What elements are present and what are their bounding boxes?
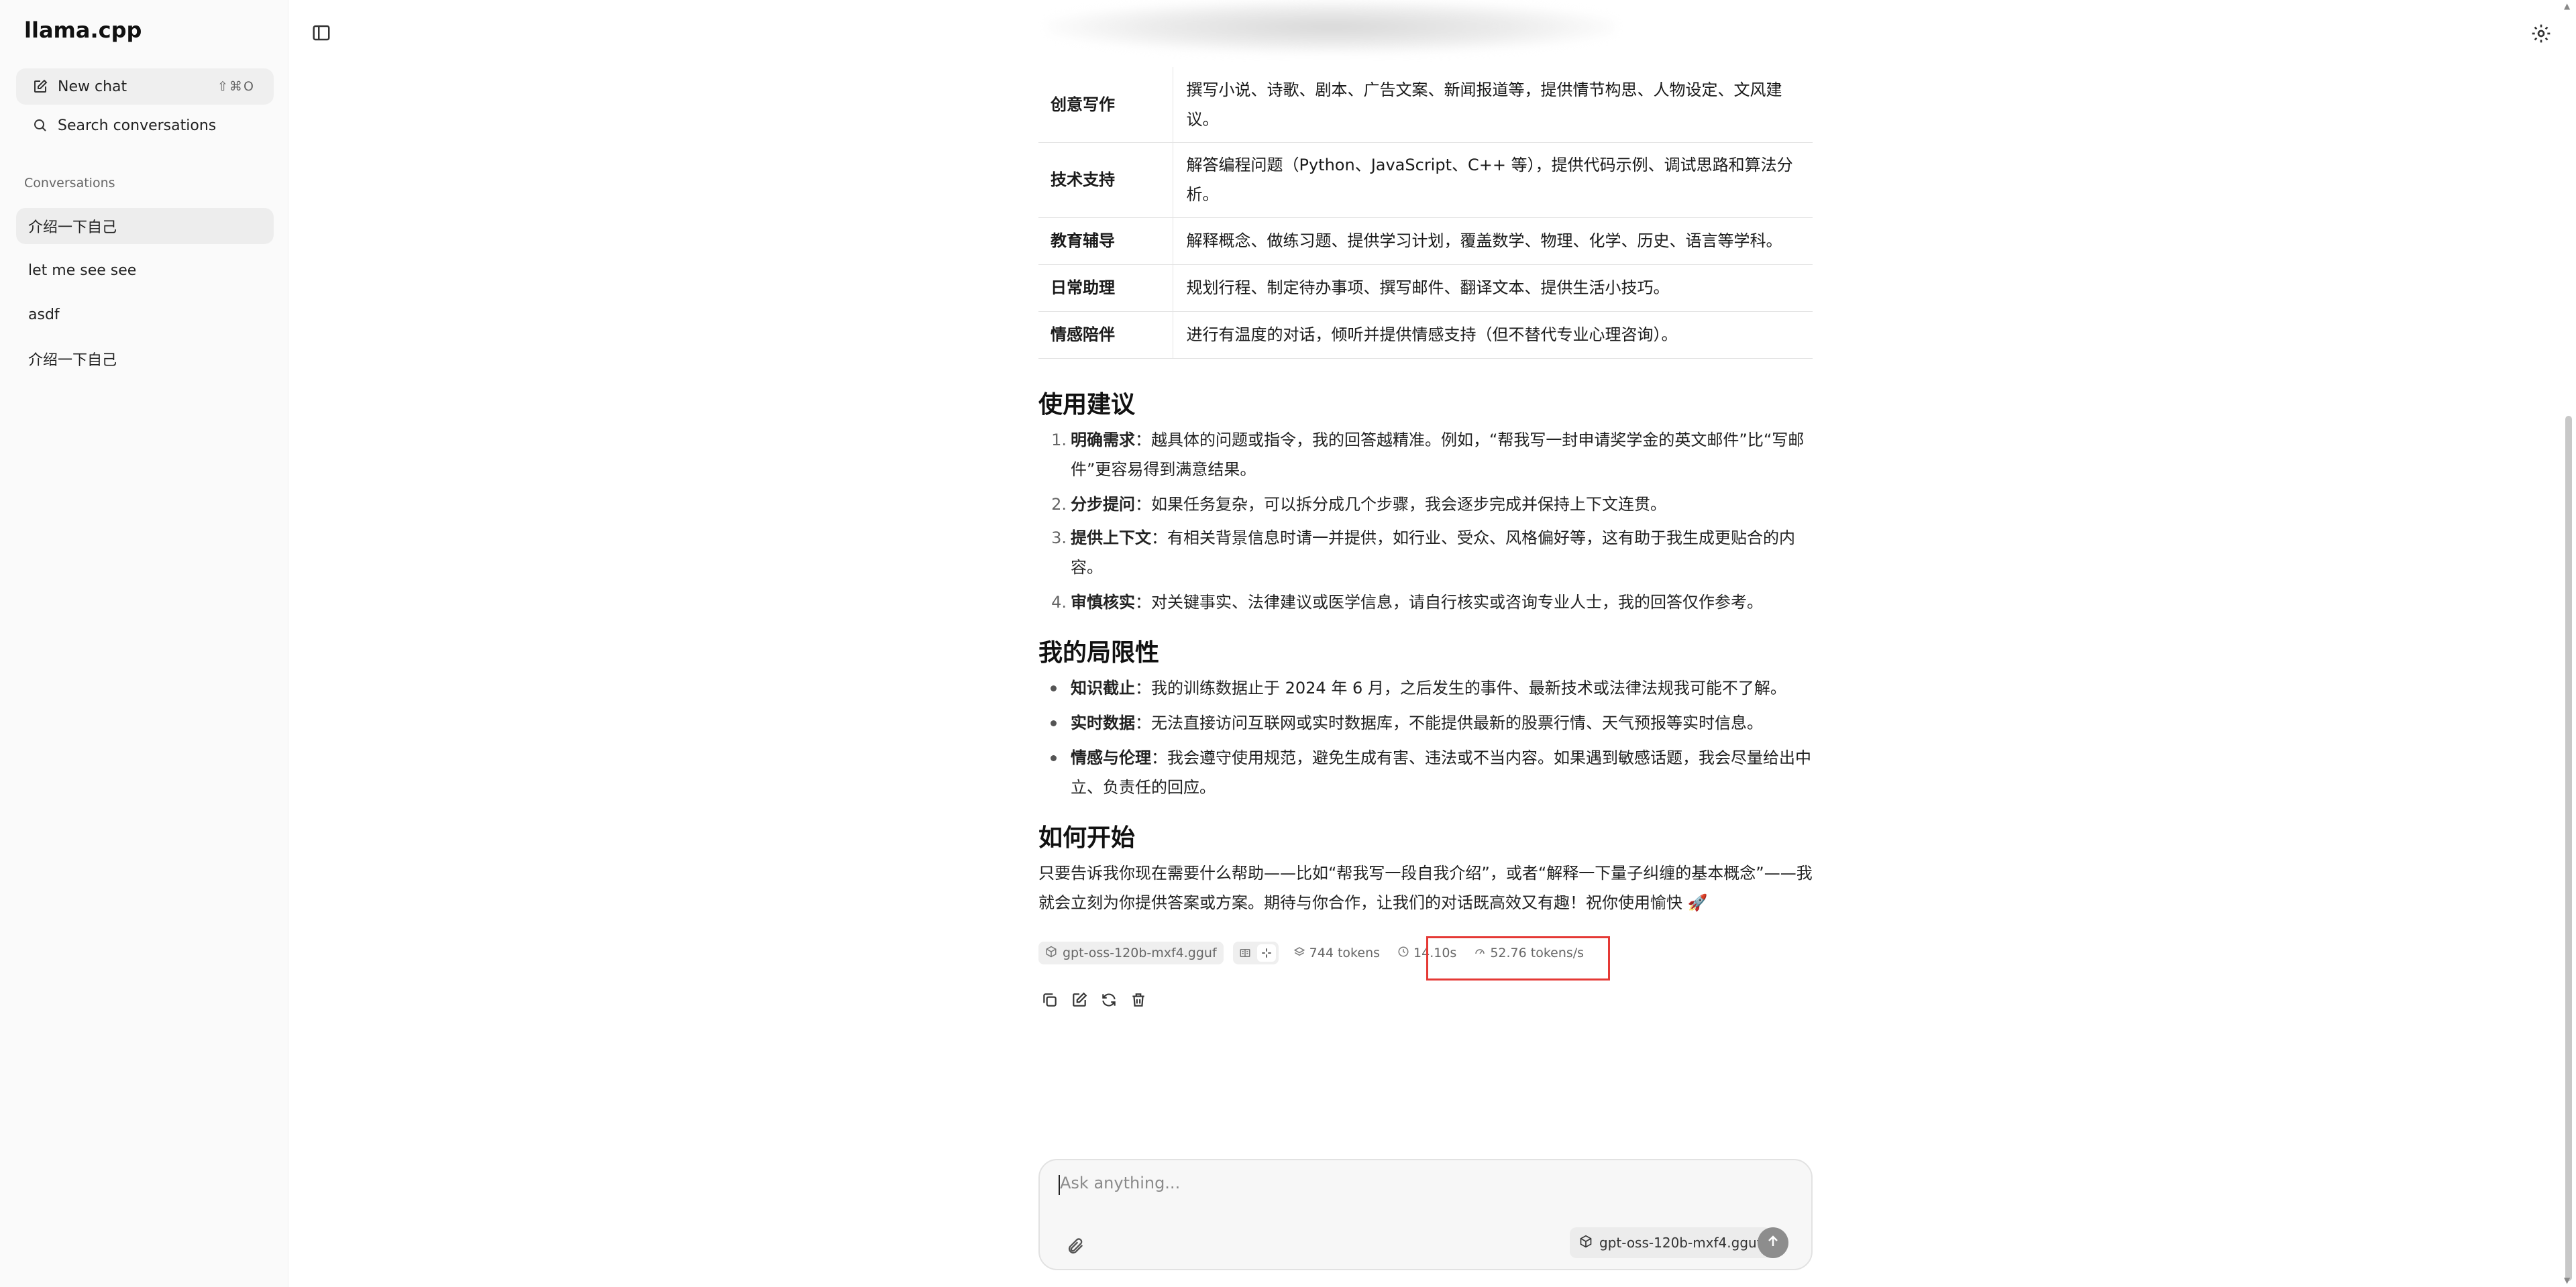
list-number: 1.	[1051, 431, 1067, 449]
conversation-item[interactable]: let me see see	[16, 252, 274, 288]
table-cell-key: 技术支持	[1038, 142, 1173, 218]
list-number: 4.	[1051, 593, 1067, 612]
table-cell-key: 情感陪伴	[1038, 311, 1173, 359]
table-row: 创意写作 撰写小说、诗歌、剧本、广告文案、新闻报道等，提供情节构思、人物设定、文…	[1038, 67, 1813, 143]
item-title: 知识截止	[1071, 679, 1135, 697]
table-row: 教育辅导 解释概念、做练习题、提供学习计划，覆盖数学、物理、化学、历史、语言等学…	[1038, 217, 1813, 265]
send-button[interactable]	[1758, 1227, 1788, 1258]
model-badge[interactable]: gpt-oss-120b-mxf4.gguf	[1038, 942, 1224, 964]
item-text: ：有相关背景信息时请一并提供，如行业、受众、风格偏好等，这有助于我生成更贴合的内…	[1071, 528, 1795, 577]
model-badge-label: gpt-oss-120b-mxf4.gguf	[1063, 946, 1217, 960]
sidebar-toggle-icon[interactable]	[311, 23, 331, 43]
item-title: 审慎核实	[1071, 593, 1135, 612]
conversation-item[interactable]: 介绍一下自己	[16, 208, 274, 244]
limits-heading: 我的局限性	[1038, 639, 1160, 667]
clock-icon	[1397, 946, 1409, 961]
item-title: 提供上下文	[1071, 528, 1151, 547]
item-text: ：我会遵守使用规范，避免生成有害、违法或不当内容。如果遇到敏感话题，我会尽量给出…	[1071, 748, 1811, 797]
list-item: 知识截止：我的训练数据止于 2024 年 6 月，之后发生的事件、最新技术或法律…	[1071, 673, 1813, 703]
item-title: 分步提问	[1071, 495, 1135, 514]
package-icon	[1045, 946, 1057, 961]
copy-icon[interactable]	[1041, 991, 1059, 1009]
item-text: ：如果任务复杂，可以拆分成几个步骤，我会逐步完成并保持上下文连贯。	[1135, 495, 1666, 514]
sparkle-icon[interactable]	[1256, 944, 1276, 962]
new-chat-shortcut: ⇧⌘O	[217, 79, 255, 94]
scroll-up-arrow-icon[interactable]: ▲	[2564, 1, 2570, 11]
model-selector[interactable]: gpt-oss-120b-mxf4.gguf	[1570, 1227, 1771, 1258]
trash-icon[interactable]	[1130, 991, 1147, 1009]
token-count-stat: 744 tokens	[1293, 946, 1380, 961]
item-title: 明确需求	[1071, 431, 1135, 449]
stats-view-toggle[interactable]	[1232, 942, 1279, 964]
package-icon	[1579, 1235, 1593, 1251]
bullet	[1051, 685, 1057, 691]
item-title: 实时数据	[1071, 714, 1135, 732]
model-selector-label: gpt-oss-120b-mxf4.gguf	[1599, 1235, 1762, 1251]
list-item: 实时数据：无法直接访问互联网或实时数据库，不能提供最新的股票行情、天气预报等实时…	[1071, 708, 1813, 738]
conversation-item[interactable]: asdf	[16, 296, 274, 333]
list-item: 分步提问：如果任务复杂，可以拆分成几个步骤，我会逐步完成并保持上下文连贯。	[1071, 490, 1813, 519]
list-number: 3.	[1051, 528, 1067, 547]
message-input[interactable]: Ask anything...	[1060, 1174, 1180, 1192]
table-cell-key: 日常助理	[1038, 264, 1173, 312]
item-text: ：我的训练数据止于 2024 年 6 月，之后发生的事件、最新技术或法律法规我可…	[1135, 679, 1786, 697]
scroll-down-arrow-icon[interactable]: ▼	[2564, 1276, 2570, 1285]
list-number: 2.	[1051, 495, 1067, 514]
table-row: 技术支持 解答编程问题（Python、JavaScript、C++ 等），提供代…	[1038, 142, 1813, 218]
app-brand: llama.cpp	[24, 17, 142, 43]
search-conversations-button[interactable]: Search conversations	[16, 107, 274, 144]
table-row: 日常助理 规划行程、制定待办事项、撰写邮件、翻译文本、提供生活小技巧。	[1038, 264, 1813, 312]
sidebar: llama.cpp New chat ⇧⌘O Search conversati…	[0, 0, 288, 1287]
conversation-item[interactable]: 介绍一下自己	[16, 341, 274, 377]
list-item: 提供上下文：有相关背景信息时请一并提供，如行业、受众、风格偏好等，这有助于我生成…	[1071, 523, 1813, 582]
settings-gear-icon[interactable]	[2530, 23, 2552, 44]
list-item: 情感与伦理：我会遵守使用规范，避免生成有害、违法或不当内容。如果遇到敏感话题，我…	[1071, 743, 1813, 802]
scrollbar-thumb[interactable]	[2565, 416, 2572, 1281]
search-conversations-label: Search conversations	[58, 117, 217, 134]
item-text: ：无法直接访问互联网或实时数据库，不能提供最新的股票行情、天气预报等实时信息。	[1135, 714, 1763, 732]
scroll-fade-overlay	[1046, 0, 1617, 54]
table-cell-value: 解答编程问题（Python、JavaScript、C++ 等），提供代码示例、调…	[1173, 142, 1813, 218]
table-cell-value: 解释概念、做练习题、提供学习计划，覆盖数学、物理、化学、历史、语言等学科。	[1173, 217, 1813, 265]
layers-icon	[1293, 946, 1305, 961]
new-chat-label: New chat	[58, 78, 127, 95]
start-paragraph: 只要告诉我你现在需要什么帮助——比如“帮我写一段自我介绍”，或者“解释一下量子纠…	[1038, 864, 1813, 912]
message-composer[interactable]: Ask anything... gpt-oss-120b-mxf4.gguf	[1038, 1159, 1813, 1270]
paperclip-icon[interactable]	[1067, 1237, 1085, 1255]
table-cell-key: 创意写作	[1038, 67, 1173, 143]
arrow-up-icon	[1765, 1233, 1781, 1252]
new-chat-button[interactable]: New chat ⇧⌘O	[16, 68, 274, 105]
edit-icon	[32, 78, 48, 95]
highlight-box	[1426, 936, 1610, 981]
bullet	[1051, 755, 1057, 761]
app-window: llama.cpp New chat ⇧⌘O Search conversati…	[0, 0, 2576, 1287]
table-cell-value: 规划行程、制定待办事项、撰写邮件、翻译文本、提供生活小技巧。	[1173, 264, 1813, 312]
table-cell-value: 进行有温度的对话，倾听并提供情感支持（但不替代专业心理咨询）。	[1173, 311, 1813, 359]
item-text: ：对关键事实、法律建议或医学信息，请自行核实或咨询专业人士，我的回答仅作参考。	[1135, 593, 1763, 612]
search-icon	[32, 117, 48, 133]
edit-icon[interactable]	[1071, 991, 1088, 1009]
token-count-text: 744 tokens	[1309, 946, 1381, 960]
usage-heading: 使用建议	[1038, 391, 1136, 418]
table-row: 情感陪伴 进行有温度的对话，倾听并提供情感支持（但不替代专业心理咨询）。	[1038, 311, 1813, 359]
item-title: 情感与伦理	[1071, 748, 1151, 767]
list-item: 明确需求：越具体的问题或指令，我的回答越精准。例如，“帮我写一封申请奖学金的英文…	[1071, 425, 1813, 484]
reading-view-icon[interactable]	[1236, 944, 1254, 962]
conversations-heading: Conversations	[24, 176, 115, 190]
start-heading: 如何开始	[1038, 824, 1136, 852]
capability-table: 创意写作 撰写小说、诗歌、剧本、广告文案、新闻报道等，提供情节构思、人物设定、文…	[1038, 67, 1813, 359]
list-item: 审慎核实：对关键事实、法律建议或医学信息，请自行核实或咨询专业人士，我的回答仅作…	[1071, 587, 1813, 617]
regenerate-icon[interactable]	[1100, 991, 1118, 1009]
table-cell-value: 撰写小说、诗歌、剧本、广告文案、新闻报道等，提供情节构思、人物设定、文风建议。	[1173, 67, 1813, 143]
bullet	[1051, 720, 1057, 726]
message-actions	[1041, 991, 1147, 1009]
item-text: ：越具体的问题或指令，我的回答越精准。例如，“帮我写一封申请奖学金的英文邮件”比…	[1071, 431, 1805, 479]
table-cell-key: 教育辅导	[1038, 217, 1173, 265]
